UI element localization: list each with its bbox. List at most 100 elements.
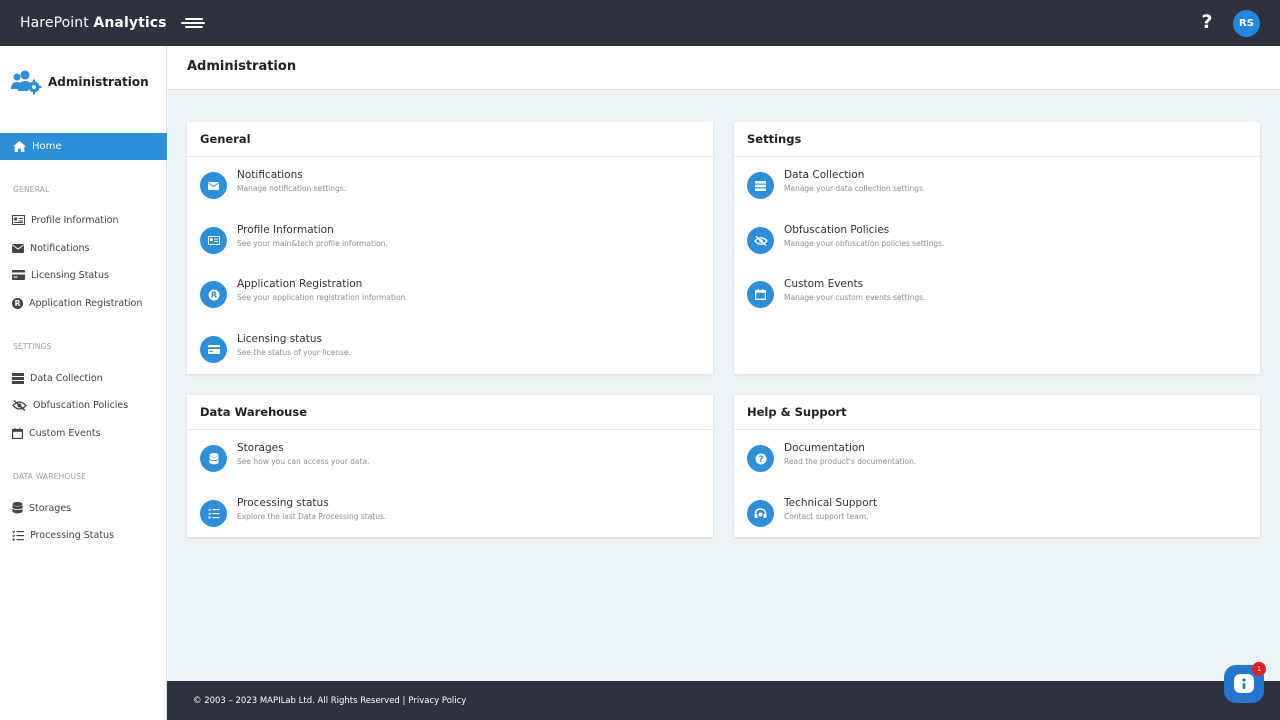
page-title: Administration xyxy=(187,59,297,74)
sidebar-item-profile-information[interactable]: Profile Information xyxy=(12,212,119,228)
sidebar-item-home[interactable]: Home xyxy=(0,133,167,160)
sidebar-item-label: Processing Status xyxy=(30,529,115,541)
id-card-icon xyxy=(200,227,227,254)
brand-logo[interactable]: HarePoint Analytics xyxy=(20,15,167,31)
brand-light-text: HarePoint xyxy=(20,15,94,31)
card-link-notifications[interactable]: Notifications Manage notification settin… xyxy=(200,168,346,199)
sidebar-item-licensing-status[interactable]: Licensing Status xyxy=(12,267,109,283)
card-general: General Notifications Manage notificatio… xyxy=(187,122,713,374)
entry-description: Manage your custom events settings. xyxy=(784,293,926,302)
footer: © 2003 – 2023 MAPILab Ltd. All Rights Re… xyxy=(167,681,1280,720)
card-link-documentation[interactable]: ? Documentation Read the product's docum… xyxy=(747,441,916,472)
database-icon xyxy=(200,445,227,472)
entry-title: Licensing status xyxy=(237,333,322,345)
registered-icon: R xyxy=(200,281,227,308)
database-icon xyxy=(12,502,23,514)
sidebar-item-label: Home xyxy=(32,141,62,152)
card-link-obfuscation-policies[interactable]: Obfuscation Policies Manage your obfusca… xyxy=(747,223,944,254)
users-cog-icon xyxy=(11,70,42,95)
entry-title: Technical Support xyxy=(784,497,878,509)
tasks-icon xyxy=(200,500,227,527)
entry-description: See your main&tech profile information. xyxy=(237,239,388,248)
calendar-icon xyxy=(12,427,23,439)
card-link-technical-support[interactable]: Technical Support Contact support team. xyxy=(747,496,877,527)
card-title: Settings xyxy=(734,122,1260,157)
card-data-warehouse: Data Warehouse Storages See how you can … xyxy=(187,395,713,537)
entry-title: Application Registration xyxy=(237,278,363,290)
card-link-processing-status[interactable]: Processing status Explore the last Data … xyxy=(200,496,386,527)
card-link-application-registration[interactable]: R Application Registration See your appl… xyxy=(200,277,408,308)
entry-description: Explore the last Data Processing status. xyxy=(237,512,387,521)
sidebar-item-label: Custom Events xyxy=(29,427,101,439)
card-link-licensing-status[interactable]: Licensing status See the status of your … xyxy=(200,332,351,363)
envelope-icon xyxy=(12,243,24,253)
sidebar-item-application-registration[interactable]: R Application Registration xyxy=(12,295,142,311)
svg-text:R: R xyxy=(15,299,21,308)
sidebar-item-label: Profile Information xyxy=(31,214,119,226)
question-circle-icon: ? xyxy=(747,445,774,472)
entry-title: Data Collection xyxy=(784,169,865,181)
calendar-icon xyxy=(747,281,774,308)
brand-bold-text: Analytics xyxy=(93,15,167,31)
card-link-storages[interactable]: Storages See how you can access your dat… xyxy=(200,441,369,472)
card-settings: Settings Data Collection Manage your dat… xyxy=(734,122,1260,374)
user-avatar[interactable]: RS xyxy=(1233,10,1260,37)
eye-slash-icon xyxy=(747,227,774,254)
sidebar-section-general: GENERAL xyxy=(13,185,50,194)
home-icon xyxy=(13,141,26,152)
server-icon xyxy=(747,172,774,199)
entry-description: Manage your obfuscation policies setting… xyxy=(784,239,945,248)
sidebar-item-storages[interactable]: Storages xyxy=(12,500,71,516)
sidebar-section-settings: SETTINGS xyxy=(13,342,52,351)
sidebar-header: Administration xyxy=(0,46,166,118)
footer-copyright: © 2003 – 2023 MAPILab Ltd. All Rights Re… xyxy=(193,695,406,706)
help-icon[interactable]: ? xyxy=(1198,11,1216,33)
tasks-icon xyxy=(12,529,24,540)
credit-card-icon xyxy=(200,336,227,363)
headset-icon xyxy=(747,500,774,527)
sidebar-item-custom-events[interactable]: Custom Events xyxy=(12,425,101,441)
entry-description: Contact support team. xyxy=(784,512,869,521)
entry-title: Custom Events xyxy=(784,278,864,290)
entry-title: Obfuscation Policies xyxy=(784,224,890,236)
sidebar-item-data-collection[interactable]: Data Collection xyxy=(12,370,103,386)
entry-title: Profile Information xyxy=(237,224,334,236)
eye-slash-icon xyxy=(12,399,27,411)
server-icon xyxy=(12,372,24,384)
sidebar-item-label: Licensing Status xyxy=(31,269,109,281)
sidebar-section-data-warehouse: DATA WAREHOUSE xyxy=(13,472,87,481)
card-title: Help & Support xyxy=(734,395,1260,430)
card-link-custom-events[interactable]: Custom Events Manage your custom events … xyxy=(747,277,925,308)
sidebar: Administration Home GENERAL Profile Info… xyxy=(0,46,167,720)
sidebar-item-processing-status[interactable]: Processing Status xyxy=(12,527,114,543)
sidebar-title: Administration xyxy=(48,75,149,89)
card-link-data-collection[interactable]: Data Collection Manage your data collect… xyxy=(747,168,925,199)
entry-description: Manage your data collection settings. xyxy=(784,184,926,193)
svg-text:?: ? xyxy=(758,455,763,465)
registered-icon: R xyxy=(12,297,23,309)
entry-description: Manage notification settings. xyxy=(237,184,347,193)
entry-title: Processing status xyxy=(237,497,329,509)
sidebar-item-label: Data Collection xyxy=(30,372,103,384)
sidebar-item-label: Obfuscation Policies xyxy=(33,399,129,411)
sidebar-item-notifications[interactable]: Notifications xyxy=(12,240,89,256)
svg-text:R: R xyxy=(210,290,216,299)
envelope-icon xyxy=(200,172,227,199)
card-title: General xyxy=(187,122,713,157)
chat-notification-badge: 1 xyxy=(1252,662,1266,676)
sidebar-item-label: Storages xyxy=(29,502,72,514)
card-help-support: Help & Support ? Documentation Read the … xyxy=(734,395,1260,537)
menu-toggle-icon[interactable] xyxy=(180,16,205,30)
chat-bubble-icon xyxy=(1234,674,1254,693)
privacy-policy-link[interactable]: Privacy Policy xyxy=(408,696,466,706)
entry-title: Documentation xyxy=(784,442,865,454)
sidebar-item-obfuscation-policies[interactable]: Obfuscation Policies xyxy=(12,397,128,413)
entry-title: Notifications xyxy=(237,169,303,181)
entry-title: Storages xyxy=(237,442,284,454)
sidebar-item-label: Notifications xyxy=(30,242,90,254)
card-title: Data Warehouse xyxy=(187,395,713,430)
entry-description: See the status of your license. xyxy=(237,348,351,357)
entry-description: See how you can access your data. xyxy=(237,457,370,466)
card-link-profile-information[interactable]: Profile Information See your main&tech p… xyxy=(200,223,388,254)
page-header: Administration xyxy=(167,46,1280,90)
